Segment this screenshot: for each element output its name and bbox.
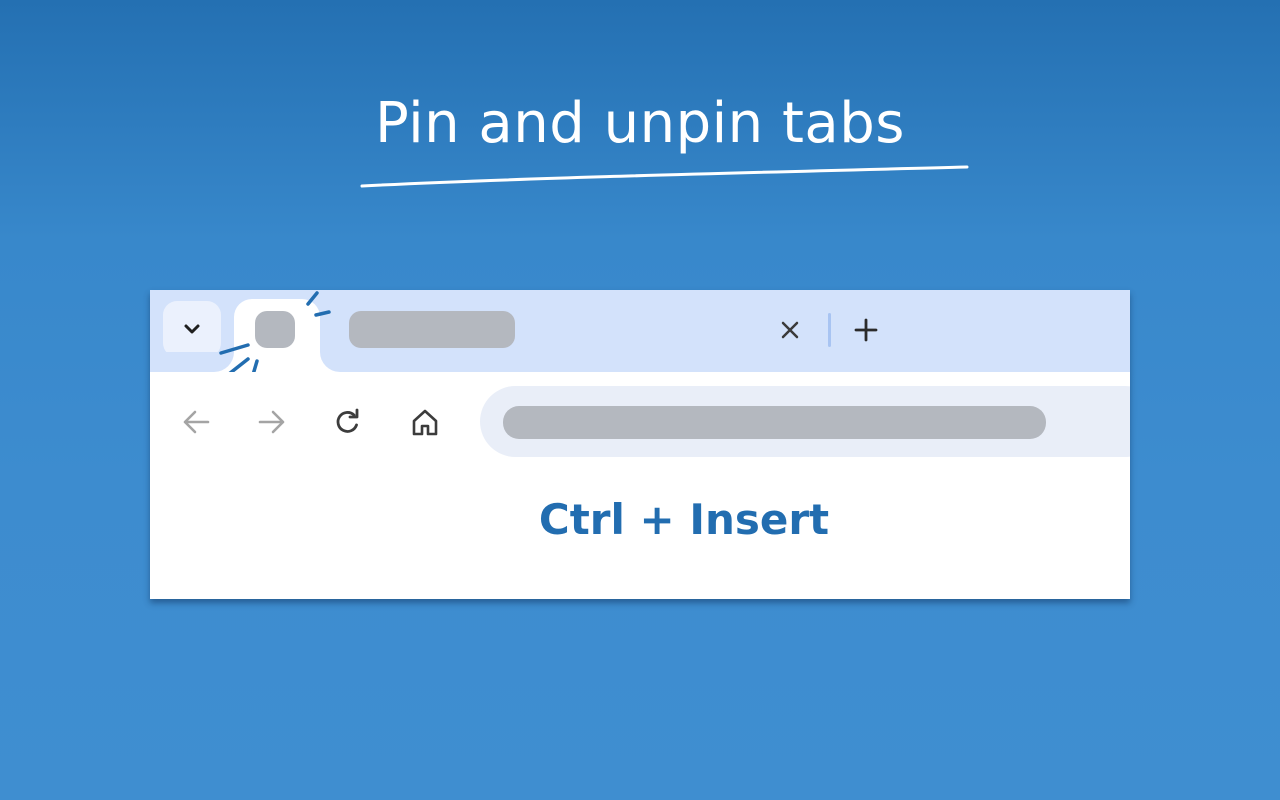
arrow-left-icon: [183, 410, 210, 434]
forward-button[interactable]: [252, 402, 292, 442]
close-icon: [781, 321, 799, 339]
new-tab-button[interactable]: [850, 314, 882, 346]
tab-close-button[interactable]: [776, 316, 804, 344]
tab-title-placeholder[interactable]: [349, 311, 515, 348]
address-placeholder: [503, 406, 1046, 439]
arrow-right-icon: [258, 410, 285, 434]
title-underline: [360, 165, 969, 188]
back-button[interactable]: [176, 402, 216, 442]
shortcut-label: Ctrl + Insert: [538, 495, 830, 544]
chevron-down-icon: [184, 324, 200, 334]
plus-icon: [854, 318, 878, 342]
reload-button[interactable]: [328, 402, 368, 442]
browser-window: Ctrl + Insert: [150, 290, 1130, 599]
tab-divider: [828, 313, 831, 347]
page-title: Pin and unpin tabs: [375, 91, 905, 156]
home-button[interactable]: [405, 402, 445, 442]
address-bar[interactable]: [480, 386, 1130, 457]
home-icon: [412, 409, 438, 436]
reload-icon: [336, 408, 359, 433]
